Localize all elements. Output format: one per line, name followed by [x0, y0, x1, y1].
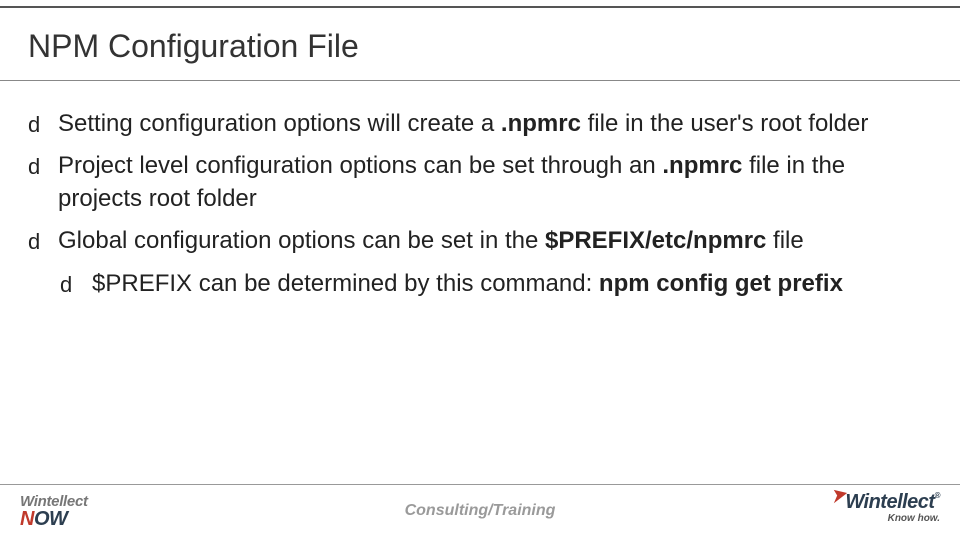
- bullet-item: dGlobal configuration options can be set…: [28, 225, 932, 257]
- top-divider: [0, 6, 960, 8]
- footer-center-text: Consulting/Training: [405, 502, 556, 520]
- footer-divider: [0, 484, 960, 485]
- slide-content: dSetting configuration options will crea…: [28, 108, 932, 310]
- title-divider: [0, 80, 960, 81]
- wintellect-now-logo: Wintellect NOW: [20, 494, 88, 529]
- logo-left-line1: Wintellect: [20, 494, 88, 509]
- footer: Wintellect NOW Consulting/Training ➤ Win…: [0, 484, 960, 540]
- bullet-item: dProject level configuration options can…: [28, 150, 932, 215]
- bullet-glyph-icon: d: [60, 270, 72, 300]
- wintellect-logo: ➤ Wintellect® Know how.: [845, 492, 940, 524]
- slide: NPM Configuration File dSetting configur…: [0, 0, 960, 540]
- logo-right-tagline: Know how.: [845, 514, 940, 524]
- bullet-item: dSetting configuration options will crea…: [28, 108, 932, 140]
- bullet-glyph-icon: d: [28, 152, 40, 182]
- sub-bullet-item: d$PREFIX can be determined by this comma…: [28, 268, 932, 300]
- bullet-glyph-icon: d: [28, 110, 40, 140]
- logo-right-line1: ➤ Wintellect®: [845, 492, 940, 512]
- slide-title: NPM Configuration File: [28, 28, 359, 65]
- logo-left-line2: NOW: [20, 509, 88, 529]
- bullet-glyph-icon: d: [28, 227, 40, 257]
- swoosh-icon: ➤: [829, 484, 848, 505]
